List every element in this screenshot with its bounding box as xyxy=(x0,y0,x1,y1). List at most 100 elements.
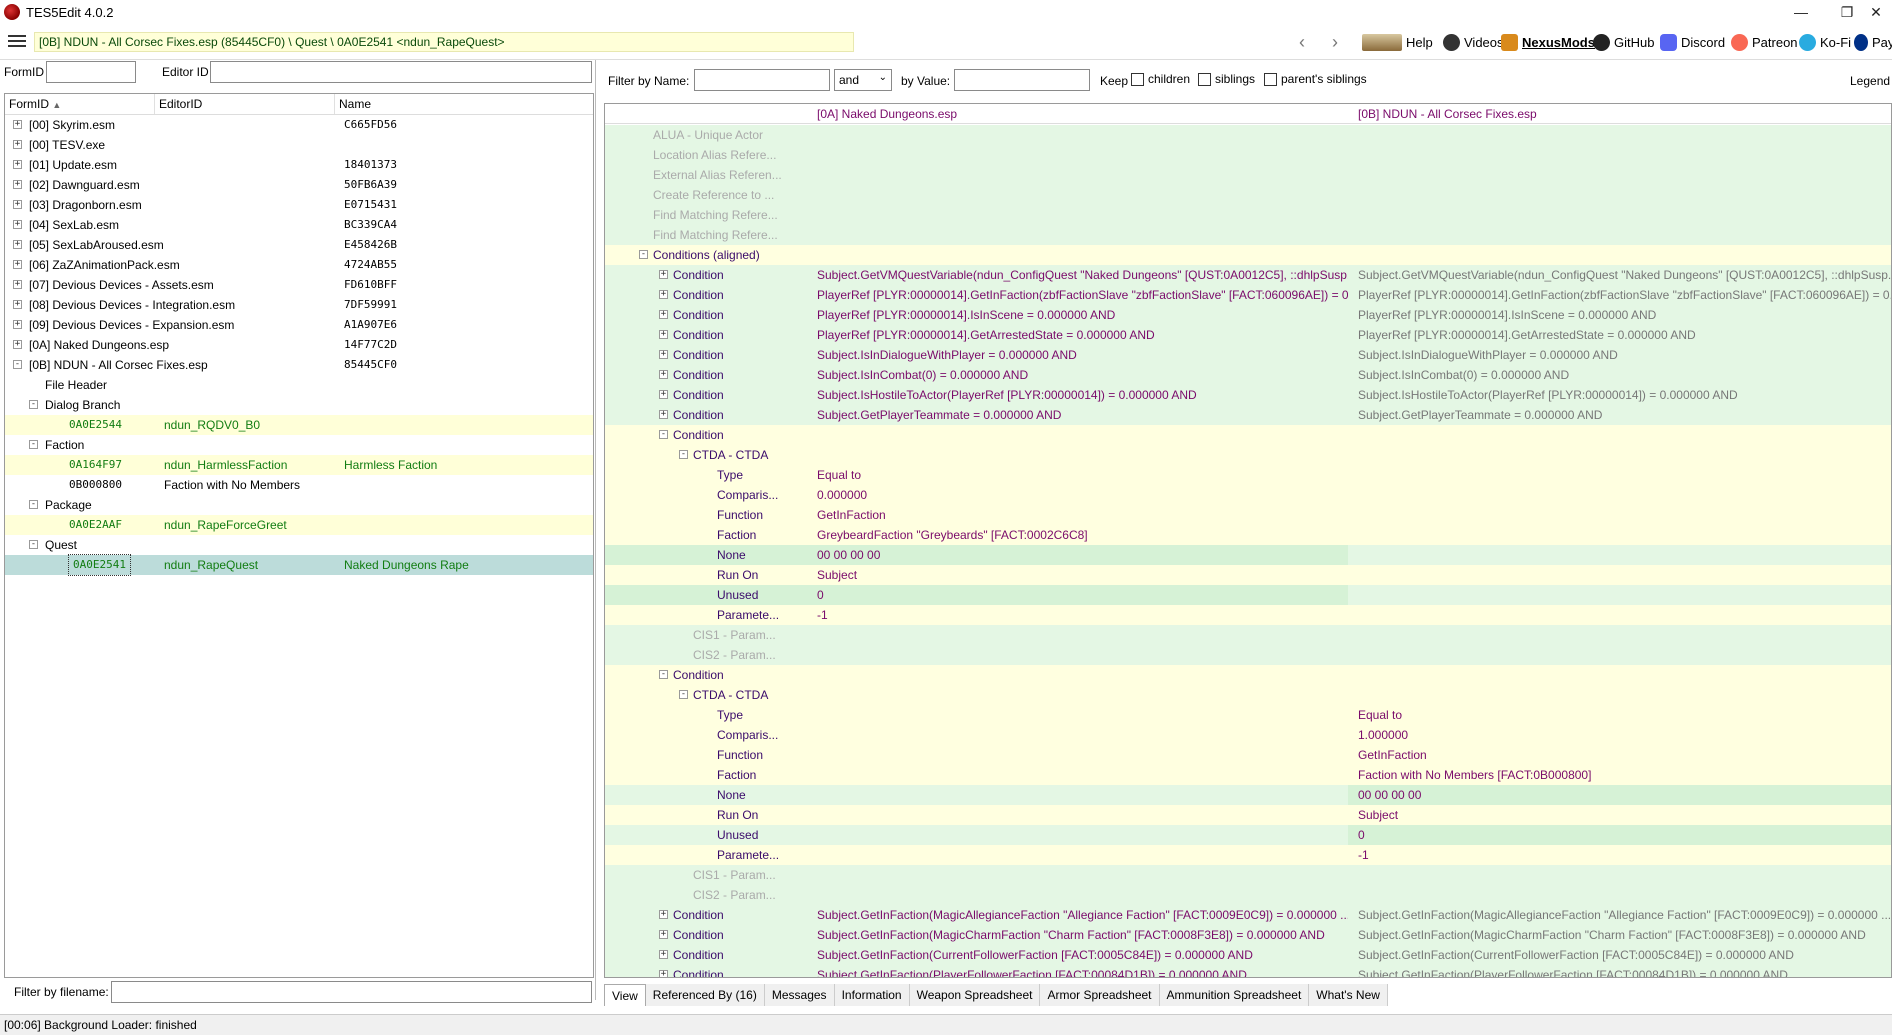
tree-row[interactable]: + Condition PlayerRef [PLYR:00000014].GetA… xyxy=(605,325,1891,345)
table-row[interactable]: + [00] Skyrim.esm C665FD56 xyxy=(5,115,593,135)
expand-icon[interactable]: + xyxy=(659,410,668,419)
table-row[interactable]: - Faction xyxy=(5,435,593,455)
github-link[interactable]: GitHub xyxy=(1593,32,1654,52)
table-row[interactable]: 0B000800 Faction with No Members xyxy=(5,475,593,495)
forward-arrow-icon[interactable]: › xyxy=(1323,30,1347,54)
table-row[interactable]: - Package xyxy=(5,495,593,515)
tree-row[interactable]: Comparis... 0.000000 xyxy=(605,485,1891,505)
column-header-ndun-fixes[interactable]: [0B] NDUN - All Corsec Fixes.esp xyxy=(1348,104,1891,124)
tree-row[interactable]: + Condition Subject.GetInFaction(MagicChar… xyxy=(605,925,1891,945)
keep-siblings-checkbox[interactable]: siblings xyxy=(1198,72,1255,87)
table-row[interactable]: - Dialog Branch xyxy=(5,395,593,415)
tree-row[interactable]: - Condition xyxy=(605,425,1891,445)
tab-ammunition-spreadsheet[interactable]: Ammunition Spreadsheet xyxy=(1159,984,1310,1006)
expand-icon[interactable]: + xyxy=(659,950,668,959)
tree-row[interactable]: Unused 0 xyxy=(605,585,1891,605)
expand-icon[interactable]: + xyxy=(13,160,22,169)
expand-icon[interactable]: + xyxy=(13,300,22,309)
tab-armor-spreadsheet[interactable]: Armor Spreadsheet xyxy=(1040,984,1160,1006)
tree-row[interactable]: CIS1 - Param... xyxy=(605,625,1891,645)
table-row[interactable]: + [09] Devious Devices - Expansion.esm A1A… xyxy=(5,315,593,335)
tree-row[interactable]: + Condition Subject.IsInDialogueWithPlayer… xyxy=(605,345,1891,365)
tree-row[interactable]: None 00 00 00 00 xyxy=(605,785,1891,805)
tree-row[interactable]: - CTDA - CTDA xyxy=(605,445,1891,465)
tree-row[interactable]: Location Alias Refere... xyxy=(605,145,1891,165)
tree-row[interactable]: Create Reference to ... xyxy=(605,185,1891,205)
tree-row[interactable]: + Condition PlayerRef [PLYR:00000014].IsIn… xyxy=(605,305,1891,325)
filter-value-input[interactable] xyxy=(954,69,1090,91)
tree-row[interactable]: - CTDA - CTDA xyxy=(605,685,1891,705)
tree-row[interactable]: + Condition Subject.IsHostileToActor(Playe… xyxy=(605,385,1891,405)
collapse-icon[interactable]: - xyxy=(29,440,38,449)
table-row[interactable]: 0A164F97 ndun_HarmlessFaction Harmless Fac… xyxy=(5,455,593,475)
tree-row[interactable]: CIS2 - Param... xyxy=(605,885,1891,905)
column-header-formid[interactable]: FormID ▲ xyxy=(5,94,155,114)
tree-row[interactable]: + Condition Subject.IsInCombat(0) = 0.0000… xyxy=(605,365,1891,385)
paypal-link[interactable]: Pay xyxy=(1854,32,1892,52)
tab-what-s-new[interactable]: What's New xyxy=(1309,984,1388,1006)
table-row[interactable]: - [0B] NDUN - All Corsec Fixes.esp 85445CF… xyxy=(5,355,593,375)
expand-icon[interactable]: + xyxy=(13,120,22,129)
table-row[interactable]: + [08] Devious Devices - Integration.esm 7… xyxy=(5,295,593,315)
discord-link[interactable]: Discord xyxy=(1660,32,1725,52)
table-row[interactable]: 0A0E2544 ndun_RQDV0_B0 xyxy=(5,415,593,435)
expand-icon[interactable]: + xyxy=(13,240,22,249)
tab-referenced-by-16[interactable]: Referenced By (16) xyxy=(645,984,765,1006)
collapse-icon[interactable]: - xyxy=(29,500,38,509)
editorid-input[interactable] xyxy=(210,61,592,83)
tree-row[interactable]: External Alias Referen... xyxy=(605,165,1891,185)
tree-row[interactable]: Run On Subject xyxy=(605,805,1891,825)
expand-icon[interactable]: + xyxy=(659,350,668,359)
filter-filename-input[interactable] xyxy=(111,981,592,1003)
table-row[interactable]: 0A0E2541 ndun_RapeQuest Naked Dungeons Rap… xyxy=(5,554,593,576)
tree-row[interactable]: + Condition Subject.GetInFaction(PlayerFol… xyxy=(605,965,1891,977)
tree-row[interactable]: - Condition xyxy=(605,665,1891,685)
expand-icon[interactable]: + xyxy=(659,310,668,319)
tree-row[interactable]: ALUA - Unique Actor xyxy=(605,125,1891,145)
tab-messages[interactable]: Messages xyxy=(764,984,835,1006)
table-row[interactable]: + [0A] Naked Dungeons.esp 14F77C2D xyxy=(5,335,593,355)
expand-icon[interactable]: + xyxy=(13,320,22,329)
column-header-name[interactable]: Name xyxy=(335,94,593,114)
tree-row[interactable]: Type Equal to xyxy=(605,705,1891,725)
tab-information[interactable]: Information xyxy=(834,984,910,1006)
collapse-icon[interactable]: - xyxy=(659,670,668,679)
record-tree[interactable]: FormID ▲ EditorID Name + [00] Skyrim.esm C… xyxy=(4,93,594,978)
table-row[interactable]: + [03] Dragonborn.esm E0715431 xyxy=(5,195,593,215)
expand-icon[interactable]: + xyxy=(659,390,668,399)
table-row[interactable]: + [01] Update.esm 18401373 xyxy=(5,155,593,175)
collapse-icon[interactable]: - xyxy=(29,400,38,409)
tree-row[interactable]: Paramete... -1 xyxy=(605,845,1891,865)
formid-input[interactable] xyxy=(46,61,136,83)
expand-icon[interactable]: + xyxy=(13,260,22,269)
record-view-tree[interactable]: [0A] Naked Dungeons.esp [0B] NDUN - All … xyxy=(604,103,1892,978)
tree-row[interactable]: + Condition Subject.GetPlayerTeammate = 0.… xyxy=(605,405,1891,425)
expand-icon[interactable]: + xyxy=(659,370,668,379)
tree-row[interactable]: Function GetInFaction xyxy=(605,505,1891,525)
tree-row[interactable]: None 00 00 00 00 xyxy=(605,545,1891,565)
tab-view[interactable]: View xyxy=(604,984,646,1006)
minimize-button[interactable]: — xyxy=(1778,0,1824,24)
expand-icon[interactable]: + xyxy=(659,330,668,339)
collapse-icon[interactable]: - xyxy=(659,430,668,439)
tree-row[interactable]: Faction Faction with No Members [FACT:0B0… xyxy=(605,765,1891,785)
tree-row[interactable]: Paramete... -1 xyxy=(605,605,1891,625)
collapse-icon[interactable]: - xyxy=(29,540,38,549)
tree-row[interactable]: CIS1 - Param... xyxy=(605,865,1891,885)
expand-icon[interactable]: + xyxy=(13,140,22,149)
expand-icon[interactable]: + xyxy=(659,970,668,977)
tree-row[interactable]: Comparis... 1.000000 xyxy=(605,725,1891,745)
table-row[interactable]: - Quest xyxy=(5,535,593,555)
tab-weapon-spreadsheet[interactable]: Weapon Spreadsheet xyxy=(909,984,1041,1006)
table-row[interactable]: + [04] SexLab.esm BC339CA4 xyxy=(5,215,593,235)
table-row[interactable]: 0A0E2AAF ndun_RapeForceGreet xyxy=(5,515,593,535)
tree-row[interactable]: Run On Subject xyxy=(605,565,1891,585)
tree-row[interactable]: Unused 0 xyxy=(605,825,1891,845)
videos-link[interactable]: Videos xyxy=(1443,32,1504,52)
table-row[interactable]: + [07] Devious Devices - Assets.esm FD610B… xyxy=(5,275,593,295)
table-row[interactable]: + [06] ZaZAnimationPack.esm 4724AB55 xyxy=(5,255,593,275)
expand-icon[interactable]: + xyxy=(13,280,22,289)
patreon-link[interactable]: Patreon xyxy=(1731,32,1798,52)
help-link[interactable]: Help xyxy=(1362,32,1433,52)
tree-row[interactable]: + Condition Subject.GetInFaction(CurrentFo… xyxy=(605,945,1891,965)
